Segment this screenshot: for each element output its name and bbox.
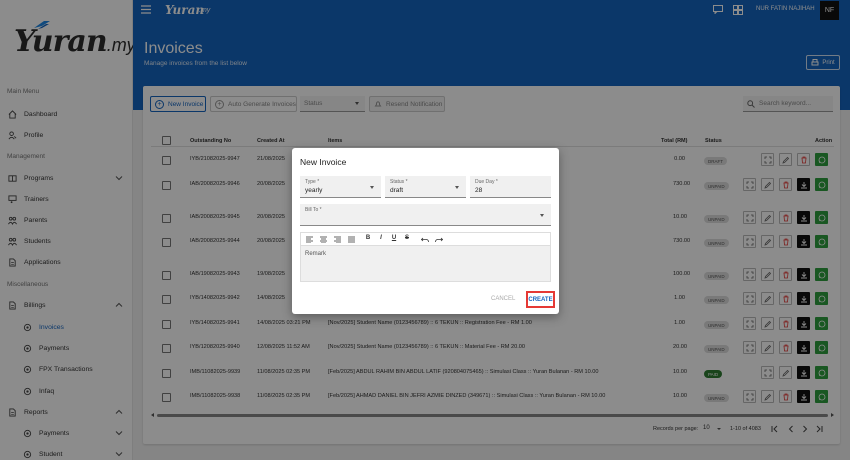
due-day-label: Due Day * [475,179,498,185]
bill-to-label: Bill To * [305,207,322,213]
dropdown-arrow-icon [370,186,374,189]
dialog-title: New Invoice [300,157,347,167]
align-left-icon[interactable] [306,236,313,243]
due-day-input[interactable]: Due Day * 28 [470,176,551,198]
create-button[interactable]: CREATE [526,291,555,308]
italic-button[interactable]: I [376,235,386,241]
strikethrough-button[interactable]: S [402,235,412,241]
new-invoice-dialog: New Invoice Type * yearly Status * draft… [292,148,559,314]
align-justify-icon[interactable] [348,236,355,243]
dropdown-arrow-icon [455,186,459,189]
status-label: Status * [390,179,408,185]
bold-button[interactable]: B [363,235,373,241]
undo-icon[interactable] [421,236,429,243]
type-value: yearly [305,187,323,194]
remark-editor[interactable]: Remark [300,246,551,282]
align-center-icon[interactable] [320,236,327,243]
align-right-icon[interactable] [334,236,341,243]
dropdown-arrow-icon [540,214,544,217]
underline-button[interactable]: U [389,235,399,241]
status-field[interactable]: Status * draft [385,176,466,198]
redo-icon[interactable] [435,236,443,243]
bill-to-select[interactable]: Bill To * [300,204,551,226]
due-day-value: 28 [475,187,483,194]
type-select[interactable]: Type * yearly [300,176,381,198]
remark-placeholder: Remark [305,251,327,257]
status-value: draft [390,187,404,194]
cancel-button[interactable]: CANCEL [491,296,515,302]
type-label: Type * [305,179,320,185]
editor-toolbar: B I U S [300,232,551,246]
